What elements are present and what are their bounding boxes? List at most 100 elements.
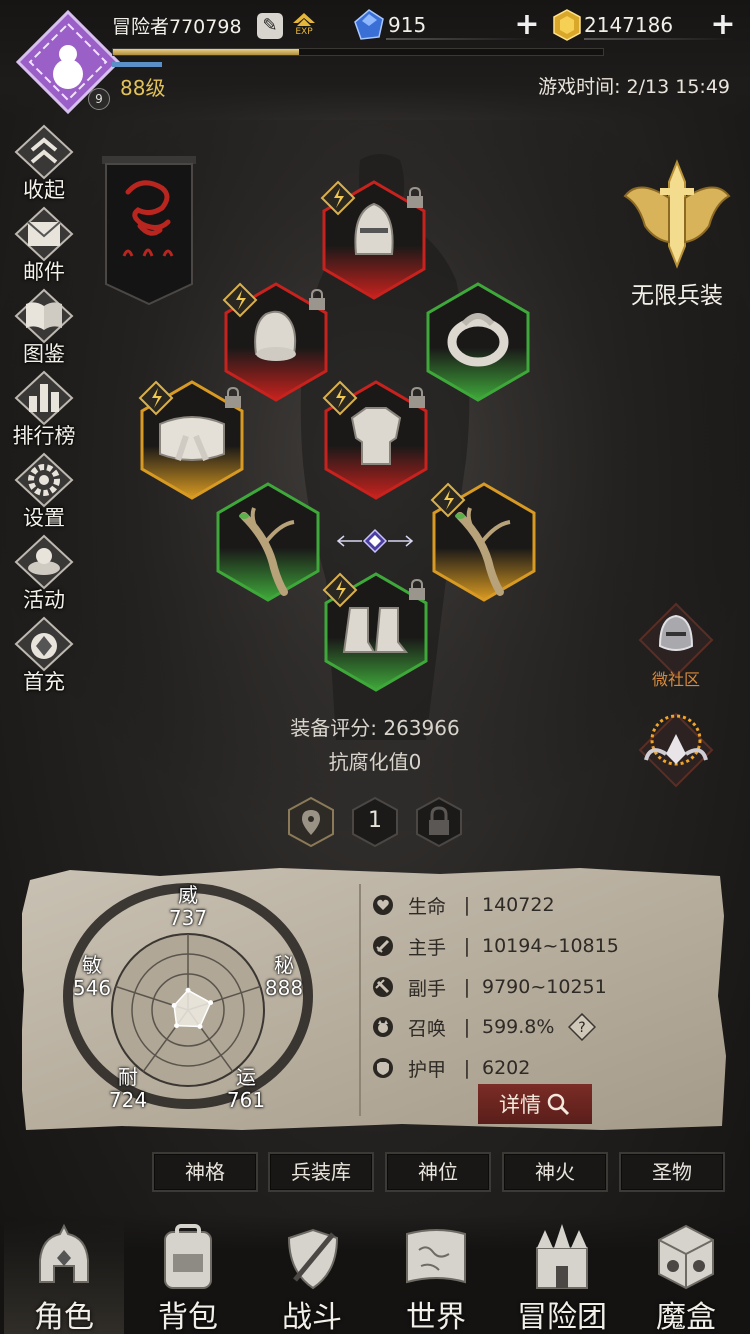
avatar-level-badge: 9 <box>88 88 110 110</box>
nav-guild[interactable]: 冒险团 <box>502 1220 622 1334</box>
collapse-icon <box>14 124 74 180</box>
guild-banner[interactable] <box>100 156 198 306</box>
radar-point-敏 <box>171 1002 177 1008</box>
event-icon <box>14 534 74 590</box>
infinite-arms-label: 无限兵装 <box>631 283 723 309</box>
gauntlet-icon <box>254 310 297 361</box>
add-gem-button[interactable]: + <box>514 10 540 40</box>
exp-icon: EXP <box>291 12 317 40</box>
radar-point-威 <box>185 987 191 993</box>
magic-box-icon <box>658 1224 714 1290</box>
battle-icon <box>287 1228 339 1290</box>
padlock-icon <box>416 796 462 848</box>
nav-label: 世界 <box>406 1300 466 1334</box>
game-time: 游戏时间: 2/13 15:49 <box>538 76 730 98</box>
tab-divine-rank[interactable]: 神位 <box>385 1152 491 1192</box>
exp-bar-fill <box>113 49 300 55</box>
details-button[interactable]: 详情 <box>478 1084 592 1124</box>
summon-icon <box>373 1017 393 1037</box>
stat-value: 9790~10251 <box>482 976 607 998</box>
location-pin-icon <box>288 796 334 848</box>
attribute-mi: 秘 888 <box>264 953 304 1000</box>
side-menu-events[interactable]: 活动 <box>6 534 82 614</box>
lock-icon <box>225 386 241 408</box>
player-name: 冒险者770798 <box>112 16 242 38</box>
equipment-slot-weapon-left[interactable] <box>214 480 322 604</box>
infinite-arms-button[interactable]: 无限兵装 <box>614 158 740 309</box>
tab-godhood[interactable]: 神格 <box>152 1152 258 1192</box>
belt-icon <box>159 416 225 462</box>
nav-world[interactable]: 世界 <box>376 1220 496 1334</box>
lock-icon <box>309 288 325 310</box>
svg-text:?: ? <box>579 1020 586 1036</box>
community-button[interactable]: 微社区 <box>636 600 716 689</box>
nav-backpack[interactable]: 背包 <box>128 1220 248 1334</box>
lock-icon <box>409 386 425 408</box>
sword-icon <box>373 936 393 956</box>
corrosion-resistance: 抗腐化值0 <box>328 750 422 774</box>
tab-divine-fire[interactable]: 神火 <box>502 1152 608 1192</box>
book-icon <box>14 288 74 344</box>
mail-icon <box>14 206 74 262</box>
side-menu-codex[interactable]: 图鉴 <box>6 288 82 368</box>
radar-point-耐 <box>174 1023 180 1029</box>
help-icon[interactable]: ? <box>568 1013 597 1041</box>
equipment-slot-helmet[interactable] <box>320 178 428 302</box>
nav-character[interactable]: 角色 <box>4 1220 124 1334</box>
nav-label: 角色 <box>34 1300 94 1334</box>
stat-value: 140722 <box>482 894 555 916</box>
radar-point-运 <box>197 1023 203 1029</box>
tab-relics[interactable]: 圣物 <box>619 1152 725 1192</box>
location-page-button[interactable] <box>287 796 335 848</box>
heart-icon <box>373 895 393 915</box>
equipment-slot-weapon-right[interactable] <box>430 480 538 604</box>
attribute-yun: 运 761 <box>226 1065 266 1112</box>
attribute-wei: 威 737 <box>168 883 208 930</box>
gear-icon <box>14 452 74 508</box>
side-menu-mail[interactable]: 邮件 <box>6 206 82 286</box>
nav-label: 魔盒 <box>656 1300 716 1334</box>
attribute-nai: 耐 724 <box>108 1065 148 1112</box>
sub-progress-bar <box>112 62 162 67</box>
first-recharge-icon <box>14 616 74 672</box>
lock-icon <box>407 186 423 208</box>
weapon-swap-icon[interactable] <box>334 526 416 556</box>
world-map-icon <box>406 1229 466 1284</box>
stat-row-off-hand: 副手 | 9790~10251 <box>372 972 607 1002</box>
equipment-score: 装备评分: 263966 <box>290 716 460 740</box>
attribute-min: 敏 546 <box>72 953 112 1000</box>
lock-icon <box>409 578 425 600</box>
side-menu-collapse[interactable]: 收起 <box>6 124 82 204</box>
page-number: 1 <box>368 808 382 833</box>
nav-magic-box[interactable]: 魔盒 <box>626 1220 746 1334</box>
add-gold-button[interactable]: + <box>710 10 736 40</box>
side-menu-leaderboard[interactable]: 排行榜 <box>6 370 82 450</box>
nav-label: 冒险团 <box>517 1300 607 1334</box>
stat-value: 6202 <box>482 1057 531 1079</box>
stat-value: 10194~10815 <box>482 935 619 957</box>
equipment-slot-armor[interactable] <box>322 378 430 502</box>
gem-count: 915 <box>388 13 427 37</box>
side-menu-settings[interactable]: 设置 <box>6 452 82 532</box>
nav-label: 战斗 <box>282 1300 342 1334</box>
guild-icon <box>536 1224 588 1289</box>
locked-page-button[interactable] <box>415 796 463 848</box>
tab-armory[interactable]: 兵装库 <box>268 1152 374 1192</box>
stat-value: 599.8% <box>482 1016 555 1038</box>
stat-row-summon: 召唤 | 599.8% ? <box>372 1012 597 1042</box>
equipment-slot-boots[interactable] <box>322 570 430 694</box>
side-menu-first-recharge[interactable]: 首充 <box>6 616 82 696</box>
side-menu-label: 排行榜 <box>12 424 76 448</box>
stat-row-hp: 生命 | 140722 <box>372 890 555 920</box>
page-button-1[interactable]: 1 <box>351 796 399 848</box>
leaderboard-icon <box>14 370 74 426</box>
rank-emblem-icon[interactable] <box>636 706 716 792</box>
winged-sword-icon <box>623 159 731 269</box>
backpack-icon <box>164 1224 212 1289</box>
nav-battle[interactable]: 战斗 <box>252 1220 372 1334</box>
stat-row-main-hand: 主手 | 10194~10815 <box>372 931 619 961</box>
edit-name-icon[interactable]: ✎ <box>257 13 283 39</box>
armor-stat-icon <box>373 1058 393 1078</box>
player-level: 88级 <box>120 76 166 100</box>
equipment-slot-ring[interactable] <box>424 280 532 404</box>
